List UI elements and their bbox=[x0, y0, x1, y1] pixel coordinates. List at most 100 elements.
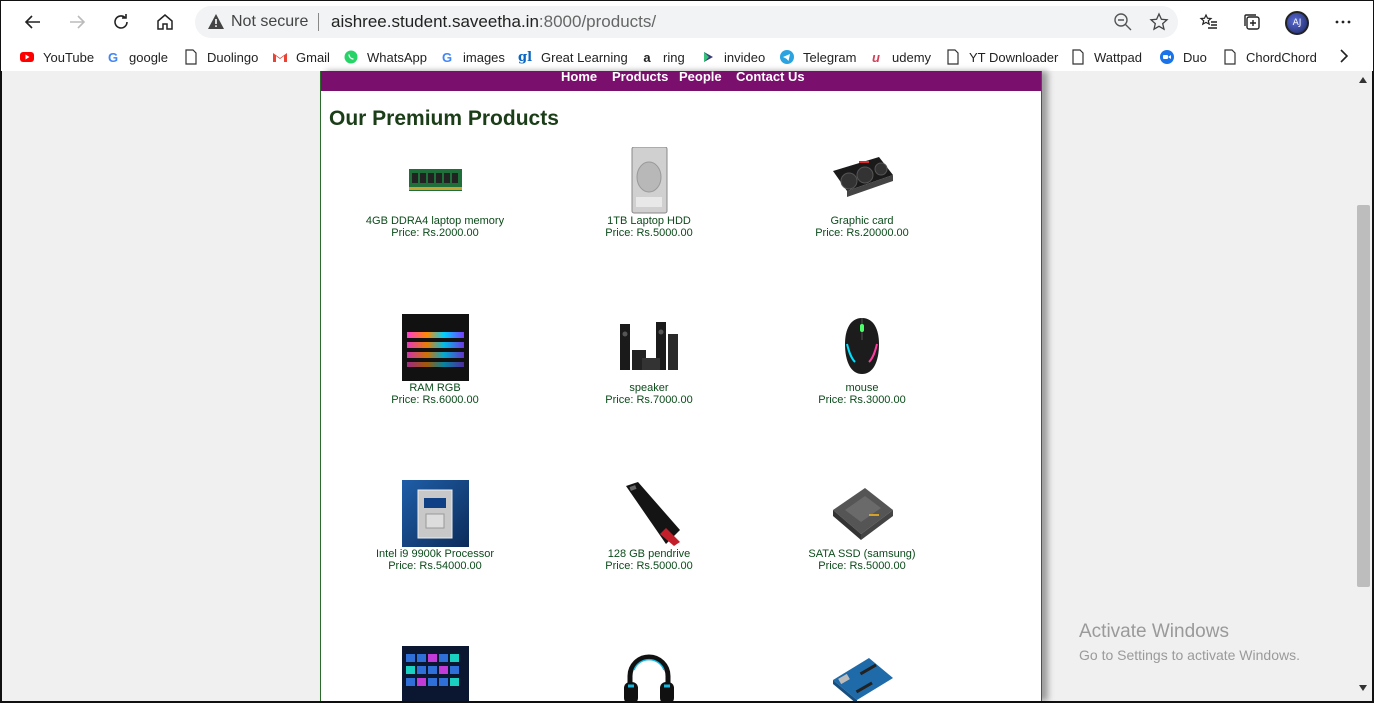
product-name: 1TB Laptop HDD bbox=[607, 215, 691, 227]
nav-link-contact-us[interactable]: Contact Us bbox=[736, 71, 805, 84]
telegram-icon bbox=[779, 49, 795, 65]
favorites-list-icon[interactable] bbox=[1194, 7, 1224, 37]
bookmark-label: Duo bbox=[1183, 49, 1207, 65]
url-text[interactable]: aishree.student.saveetha.in:8000/product… bbox=[331, 12, 656, 32]
headphones-image bbox=[616, 646, 683, 701]
bookmark-telegram[interactable]: Telegram bbox=[779, 47, 856, 67]
invideo-icon bbox=[700, 49, 716, 65]
product-price: Price: Rs.20000.00 bbox=[815, 227, 909, 239]
product-card[interactable] bbox=[752, 646, 972, 701]
profile-avatar[interactable]: AJ bbox=[1285, 11, 1309, 35]
back-arrow-icon[interactable] bbox=[18, 7, 48, 37]
browser-toolbar: Not secure aishree.student.saveetha.in:8… bbox=[1, 1, 1373, 43]
site-container: Home Products People Contact Us Our Prem… bbox=[320, 71, 1042, 701]
url-host: aishree.student.saveetha.in bbox=[331, 12, 539, 31]
graphics-card-image bbox=[829, 147, 896, 214]
bookmark-youtube[interactable]: YouTube bbox=[19, 47, 94, 67]
product-card[interactable] bbox=[539, 646, 759, 701]
product-name: speaker bbox=[629, 382, 669, 394]
bookmark-label: udemy bbox=[892, 49, 932, 65]
scroll-down-arrow-icon[interactable] bbox=[1359, 685, 1367, 691]
refresh-icon[interactable] bbox=[106, 7, 136, 37]
home-icon[interactable] bbox=[150, 7, 180, 37]
product-price: Price: Rs.5000.00 bbox=[818, 560, 906, 572]
bookmark-images[interactable]: Gimages bbox=[439, 47, 505, 67]
gaming-mouse-image bbox=[829, 314, 896, 381]
product-price: Price: Rs.6000.00 bbox=[391, 394, 479, 406]
bookmark-google[interactable]: Ggoogle bbox=[105, 47, 168, 67]
product-name: Graphic card bbox=[830, 215, 894, 227]
product-card[interactable]: speaker Price: Rs.7000.00 bbox=[539, 314, 759, 406]
scroll-thumb[interactable] bbox=[1357, 205, 1370, 587]
product-card[interactable]: RAM RGB Price: Rs.6000.00 bbox=[325, 314, 545, 406]
ssd-image bbox=[829, 480, 896, 547]
more-dots-icon[interactable] bbox=[1328, 7, 1358, 37]
hard-drive-image bbox=[616, 146, 683, 214]
ram-stick-image bbox=[402, 147, 469, 214]
google-icon: G bbox=[107, 49, 119, 65]
product-price: Price: Rs.5000.00 bbox=[605, 560, 693, 572]
keyboard-image bbox=[401, 646, 469, 701]
product-card[interactable]: 4GB DDRA4 laptop memory Price: Rs.2000.0… bbox=[325, 147, 545, 239]
arduino-board-image bbox=[829, 646, 896, 701]
site-nav-bar: Home Products People Contact Us bbox=[321, 71, 1041, 91]
bookmark-label: Wattpad bbox=[1094, 49, 1142, 65]
product-name: SATA SSD (samsung) bbox=[808, 548, 916, 560]
nav-link-home[interactable]: Home bbox=[561, 71, 597, 84]
bookmark-gmail[interactable]: Gmail bbox=[272, 47, 330, 67]
bookmark-great-learning[interactable]: gl Great Learning bbox=[517, 47, 628, 67]
bookmarks-bar: YouTube Ggoogle Duolingo Gmail WhatsApp … bbox=[1, 43, 1373, 72]
bookmark-chordchord[interactable]: ChordChord bbox=[1222, 47, 1317, 67]
bookmark-label: WhatsApp bbox=[367, 49, 427, 65]
product-price: Price: Rs.54000.00 bbox=[388, 560, 482, 572]
product-card[interactable]: Graphic card Price: Rs.20000.00 bbox=[752, 147, 972, 239]
product-name: Intel i9 9900k Processor bbox=[375, 548, 494, 560]
product-card[interactable]: mouse Price: Rs.3000.00 bbox=[752, 314, 972, 406]
scroll-up-arrow-icon[interactable] bbox=[1359, 77, 1367, 83]
product-card[interactable]: 1TB Laptop HDD Price: Rs.5000.00 bbox=[539, 146, 759, 239]
chevron-right-icon[interactable] bbox=[1335, 46, 1353, 66]
page-icon bbox=[1070, 49, 1086, 65]
windows-activation-watermark: Activate Windows Go to Settings to activ… bbox=[1079, 621, 1300, 663]
gmail-icon bbox=[272, 49, 288, 65]
page-icon bbox=[945, 49, 961, 65]
star-icon[interactable] bbox=[1149, 12, 1169, 32]
bookmark-duolingo[interactable]: Duolingo bbox=[183, 47, 258, 67]
product-price: Price: Rs.7000.00 bbox=[605, 394, 693, 406]
security-status[interactable]: Not secure bbox=[231, 13, 308, 31]
forward-arrow-icon[interactable] bbox=[62, 7, 92, 37]
product-card[interactable] bbox=[325, 646, 545, 701]
bookmark-yt-downloader[interactable]: YT Downloader bbox=[945, 47, 1058, 67]
product-card[interactable]: 128 GB pendrive Price: Rs.5000.00 bbox=[539, 480, 759, 572]
product-card[interactable]: SATA SSD (samsung) Price: Rs.5000.00 bbox=[752, 480, 972, 572]
warning-icon bbox=[208, 14, 224, 29]
whatsapp-icon bbox=[343, 49, 359, 65]
product-name: 128 GB pendrive bbox=[607, 548, 691, 560]
bookmark-label: YT Downloader bbox=[969, 49, 1059, 65]
speaker-set-image bbox=[616, 314, 683, 381]
nav-link-products[interactable]: Products bbox=[612, 71, 668, 84]
bookmark-label: YouTube bbox=[43, 49, 95, 65]
page-icon bbox=[1222, 49, 1238, 65]
bookmark-label: Gmail bbox=[296, 49, 330, 65]
bookmark-ring[interactable]: a ring bbox=[639, 47, 684, 67]
bookmark-duo[interactable]: Duo bbox=[1159, 47, 1207, 67]
bookmark-whatsapp[interactable]: WhatsApp bbox=[343, 47, 427, 67]
collections-icon[interactable] bbox=[1237, 7, 1267, 37]
vertical-scrollbar[interactable] bbox=[1355, 71, 1372, 701]
product-price: Price: Rs.2000.00 bbox=[391, 227, 479, 239]
product-name: mouse bbox=[845, 382, 879, 394]
bookmark-label: Duolingo bbox=[207, 49, 259, 65]
bookmark-label: Telegram bbox=[803, 49, 857, 65]
product-card[interactable]: Intel i9 9900k Processor Price: Rs.54000… bbox=[325, 480, 545, 572]
bookmark-wattpad[interactable]: Wattpad bbox=[1070, 47, 1142, 67]
address-bar[interactable]: Not secure aishree.student.saveetha.in:8… bbox=[195, 6, 1178, 38]
watermark-subtitle: Go to Settings to activate Windows. bbox=[1079, 647, 1300, 663]
nav-link-people[interactable]: People bbox=[679, 71, 722, 84]
bookmark-label: ChordChord bbox=[1246, 49, 1317, 65]
bookmark-udemy[interactable]: u udemy bbox=[868, 47, 931, 67]
youtube-icon bbox=[19, 49, 35, 65]
zoom-out-icon[interactable] bbox=[1113, 12, 1133, 32]
bookmark-label: invideo bbox=[724, 49, 766, 65]
bookmark-invideo[interactable]: invideo bbox=[700, 47, 765, 67]
